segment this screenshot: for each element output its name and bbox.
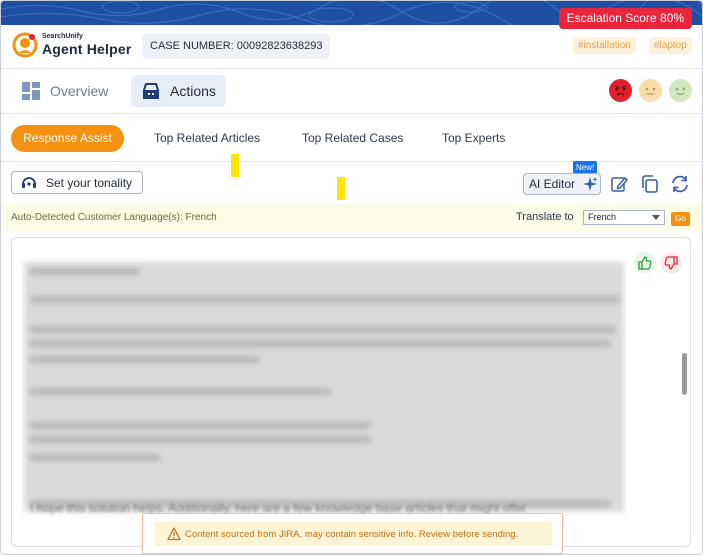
tag-installation[interactable]: #installation xyxy=(573,37,636,54)
language-select-value: French xyxy=(588,212,617,222)
inbox-icon xyxy=(143,83,159,99)
tab-top-related-cases[interactable]: Top Related Cases xyxy=(302,125,403,152)
tab-actions[interactable]: Actions xyxy=(131,75,226,107)
headset-icon xyxy=(22,176,36,188)
main-nav: Overview Actions xyxy=(1,69,702,114)
refresh-icon[interactable] xyxy=(670,174,690,194)
searchunify-logo-icon xyxy=(12,32,38,58)
neutral-face-icon[interactable] xyxy=(639,79,662,102)
highlight-marker xyxy=(337,177,345,200)
chevron-down-icon xyxy=(652,215,660,220)
thumbs-down-icon[interactable] xyxy=(660,252,682,274)
translate-to-label: Translate to xyxy=(516,211,574,223)
tab-actions-label: Actions xyxy=(170,83,216,99)
tag-laptop[interactable]: #laptop xyxy=(649,37,692,54)
ai-editor-button[interactable]: AI Editor xyxy=(523,173,601,195)
edit-icon[interactable] xyxy=(609,174,629,194)
brand-title: Agent Helper xyxy=(42,41,132,57)
response-card: I hope this solution helps. Additionally… xyxy=(11,237,691,547)
go-button[interactable]: Go xyxy=(671,212,690,226)
warning-banner: Content sourced from JIRA, may contain s… xyxy=(155,522,552,546)
app-header: SearchUnify Agent Helper CASE NUMBER: 00… xyxy=(1,25,702,69)
warning-text: Content sourced from JIRA, may contain s… xyxy=(185,528,519,540)
tab-response-assist[interactable]: Response Assist xyxy=(11,125,124,152)
action-subtabs: Response Assist Top Related Articles Top… xyxy=(1,114,702,162)
brand-small-text: SearchUnify xyxy=(42,33,83,40)
detected-language-text: Auto-Detected Customer Language(s): Fren… xyxy=(11,212,217,223)
ai-editor-label: AI Editor xyxy=(529,177,576,191)
sparkle-icon xyxy=(583,177,598,191)
thumbs-up-icon[interactable] xyxy=(634,252,656,274)
tab-overview[interactable]: Overview xyxy=(13,75,116,107)
copy-icon[interactable] xyxy=(640,174,660,194)
agent-helper-panel: Escalation Score 80% SearchUnify Agent H… xyxy=(0,0,703,555)
set-tonality-button[interactable]: Set your tonality xyxy=(11,171,143,194)
case-number-chip: CASE NUMBER: 00092823638293 xyxy=(142,34,331,59)
redacted-response-text xyxy=(24,262,624,512)
language-bar: Auto-Detected Customer Language(s): Fren… xyxy=(1,204,702,231)
escalation-score-badge: Escalation Score 80% xyxy=(558,8,692,29)
set-tonality-label: Set your tonality xyxy=(46,175,133,190)
happy-face-icon[interactable] xyxy=(669,79,692,102)
tab-overview-label: Overview xyxy=(50,83,109,99)
tab-top-experts[interactable]: Top Experts xyxy=(442,125,505,152)
highlight-marker xyxy=(231,154,239,177)
angry-face-icon[interactable] xyxy=(609,79,632,102)
tab-top-related-articles[interactable]: Top Related Articles xyxy=(154,125,260,152)
sensitive-info-warning: Content sourced from JIRA, may contain s… xyxy=(142,513,563,554)
language-select[interactable]: French xyxy=(583,210,665,225)
warning-icon xyxy=(167,527,181,541)
scrollbar[interactable] xyxy=(682,353,687,395)
grid-icon xyxy=(22,82,40,100)
